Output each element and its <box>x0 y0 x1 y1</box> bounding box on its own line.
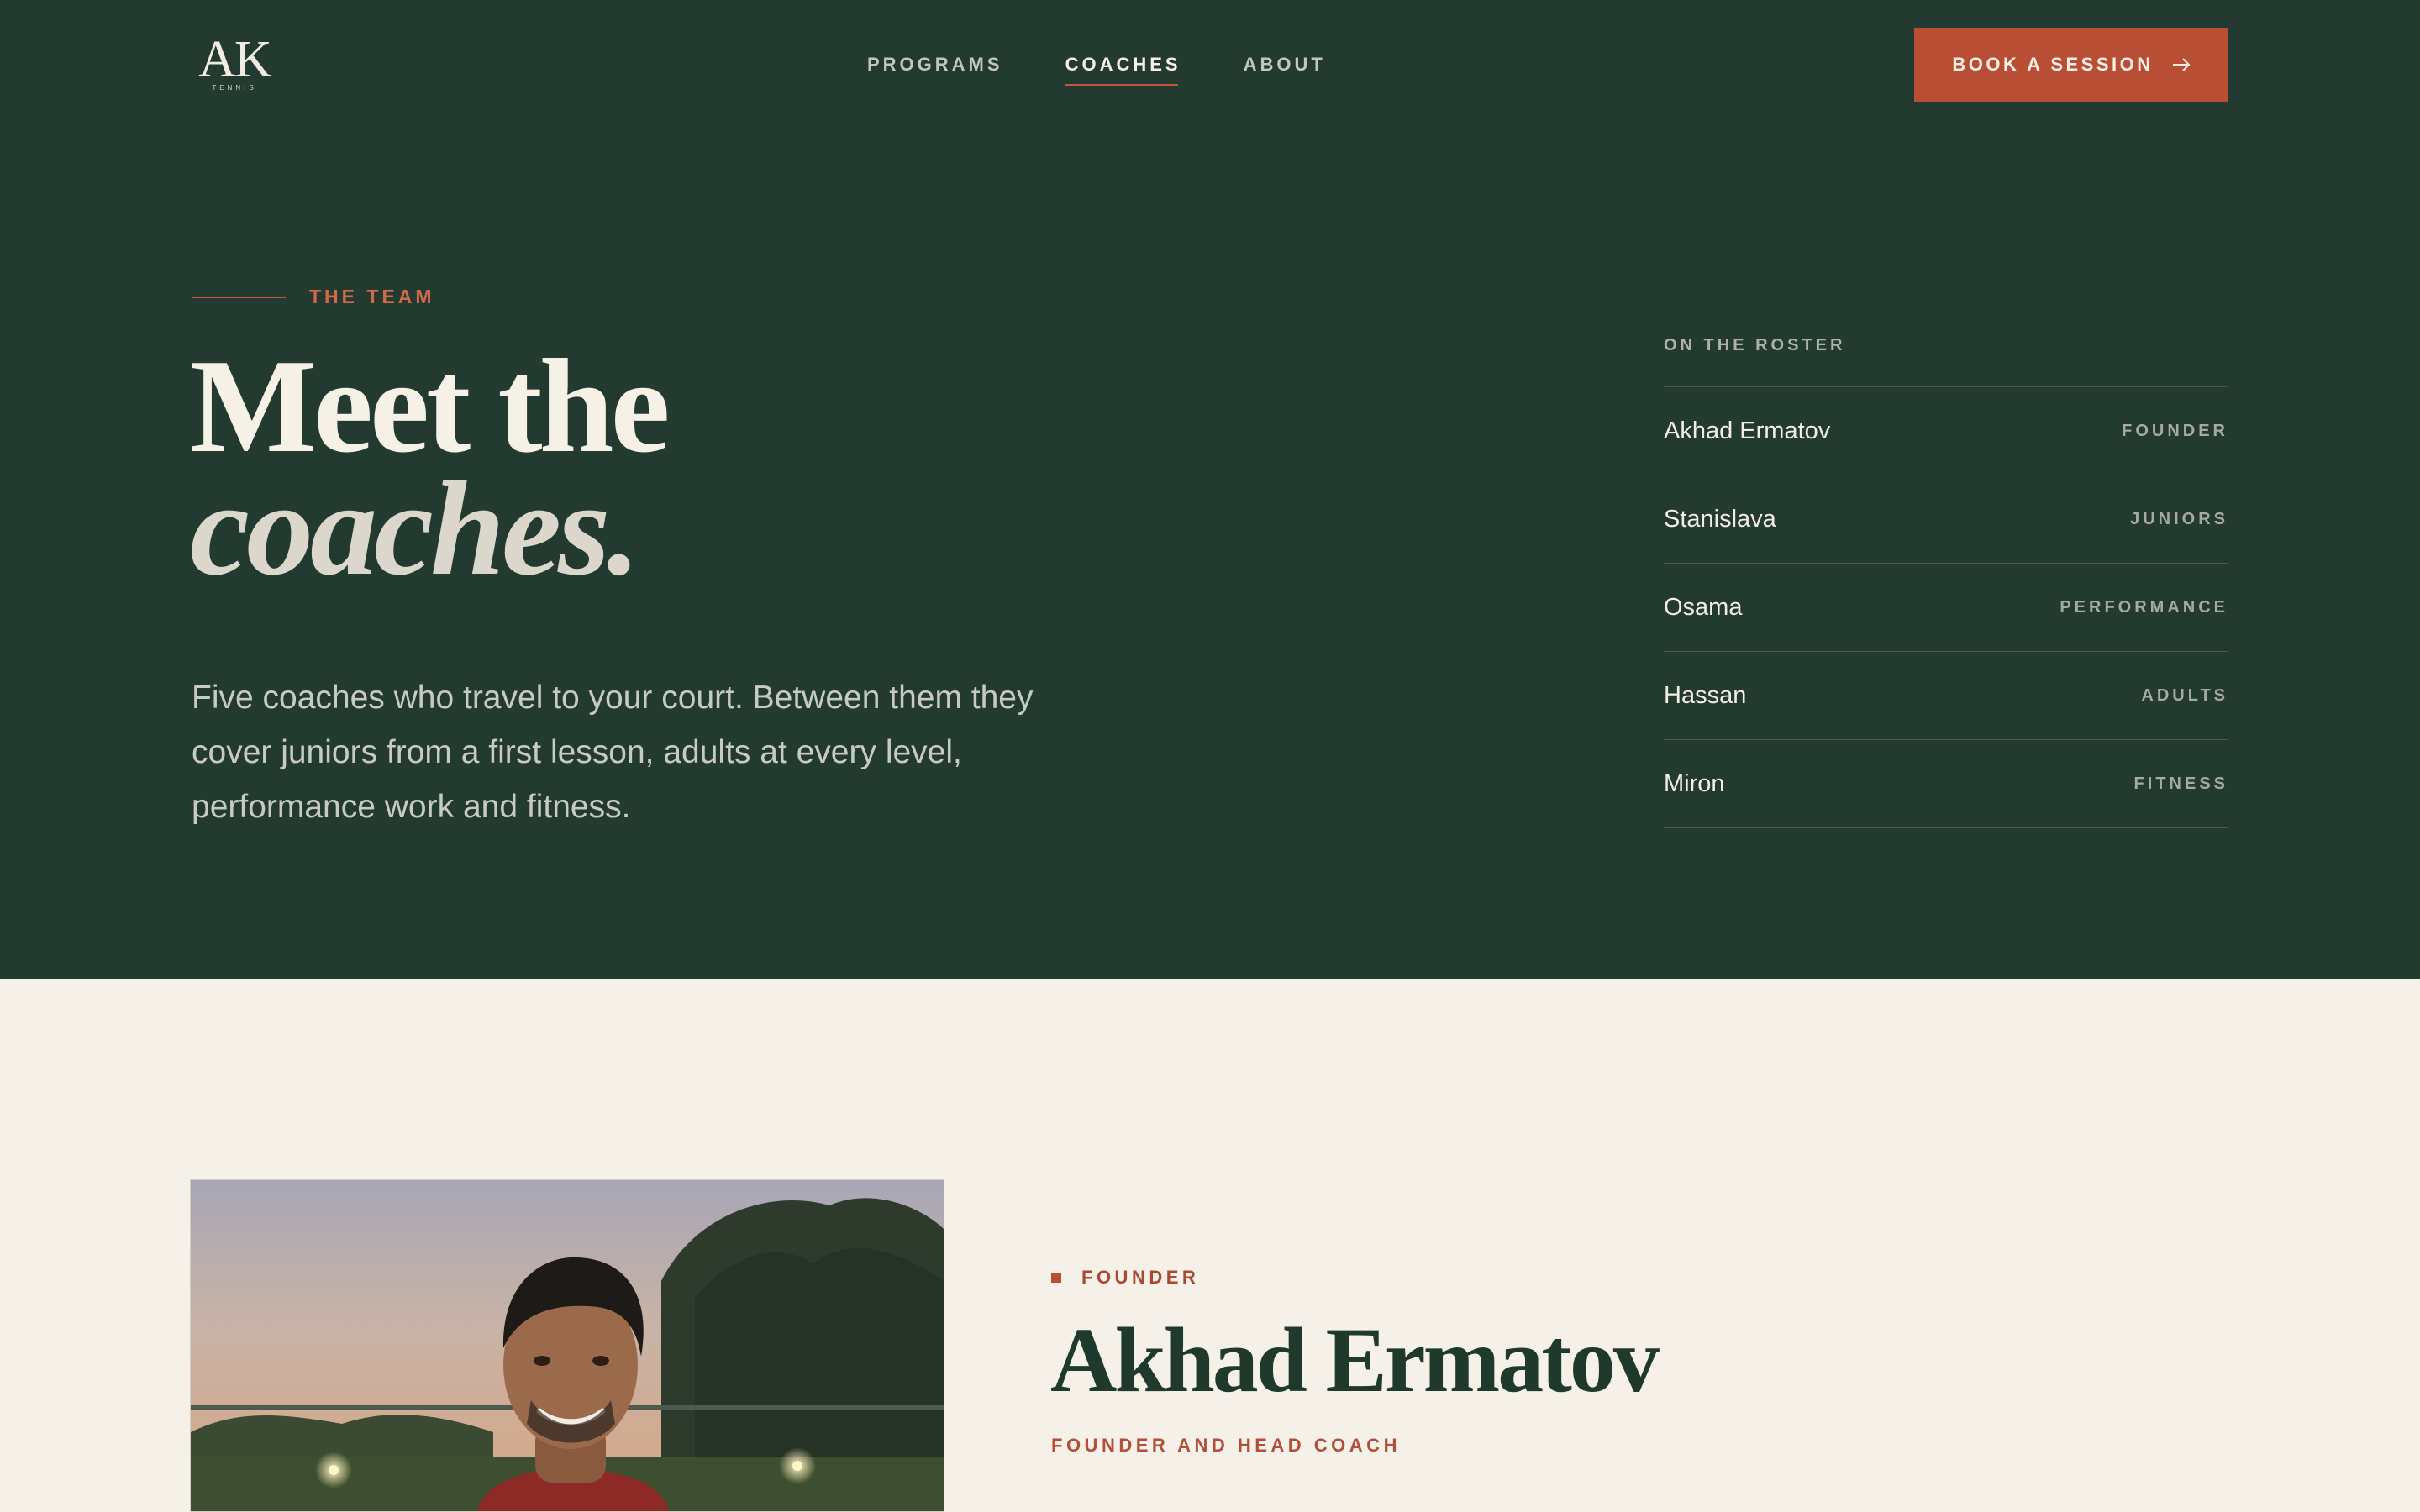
roster-name: Stanislava <box>1664 505 1776 533</box>
profile-tag-label: FOUNDER <box>1081 1267 1200 1288</box>
roster-name: Osama <box>1664 593 1743 621</box>
hero-section: AK TENNIS PROGRAMS COACHES ABOUT BOOK A … <box>0 0 2420 979</box>
roster-row-hassan[interactable]: Hassan ADULTS <box>1664 652 2228 740</box>
roster-name: Akhad Ermatov <box>1664 417 1831 444</box>
arrow-right-icon <box>2172 58 2191 71</box>
roster-name: Hassan <box>1664 681 1747 709</box>
coach-portrait-illustration <box>191 1180 944 1511</box>
roster-role: JUNIORS <box>2130 509 2228 528</box>
hero-lead-text: Five coaches who travel to your court. B… <box>192 680 1034 825</box>
roster-role: ADULTS <box>2141 685 2228 705</box>
book-session-label: BOOK A SESSION <box>1952 54 2154 75</box>
coach-photo <box>190 1179 944 1512</box>
roster-row-miron[interactable]: Miron FITNESS <box>1664 740 2228 828</box>
tag-bullet-icon <box>1051 1273 1061 1283</box>
roster-role: FITNESS <box>2133 774 2228 793</box>
headline-line-1: Meet the <box>190 331 671 480</box>
roster-title: ON THE ROSTER <box>1664 336 2228 387</box>
nav-link-coaches[interactable]: COACHES <box>1065 54 1181 86</box>
roster-list: ON THE ROSTER Akhad Ermatov FOUNDER Stan… <box>1664 336 2228 828</box>
roster-row-osama[interactable]: Osama PERFORMANCE <box>1664 564 2228 652</box>
roster-role: PERFORMANCE <box>2060 597 2228 617</box>
book-session-button[interactable]: BOOK A SESSION <box>1914 28 2228 102</box>
roster-name: Miron <box>1664 769 1725 797</box>
eyebrow-divider <box>192 296 286 298</box>
logo-mark: AK <box>198 31 272 88</box>
eyebrow-label: THE TEAM <box>309 286 435 307</box>
section-eyebrow: THE TEAM <box>192 286 435 308</box>
coach-title: FOUNDER AND HEAD COACH <box>1051 1435 1401 1456</box>
profile-role-tag: FOUNDER <box>1051 1267 1199 1289</box>
roster-row-stanislava[interactable]: Stanislava JUNIORS <box>1664 475 2228 564</box>
nav-link-about[interactable]: ABOUT <box>1244 54 1326 86</box>
main-nav: PROGRAMS COACHES ABOUT <box>867 54 1326 86</box>
coach-name-heading: Akhad Ermatov <box>1050 1309 1660 1411</box>
logo-subtitle: TENNIS <box>212 84 257 92</box>
nav-link-programs[interactable]: PROGRAMS <box>867 54 1003 86</box>
page-title: Meet the coaches. <box>190 331 671 603</box>
roster-role: FOUNDER <box>2122 421 2228 440</box>
roster-row-akhad[interactable]: Akhad Ermatov FOUNDER <box>1664 387 2228 475</box>
headline-line-2: coaches. <box>190 454 640 603</box>
logo[interactable]: AK TENNIS <box>195 34 274 94</box>
